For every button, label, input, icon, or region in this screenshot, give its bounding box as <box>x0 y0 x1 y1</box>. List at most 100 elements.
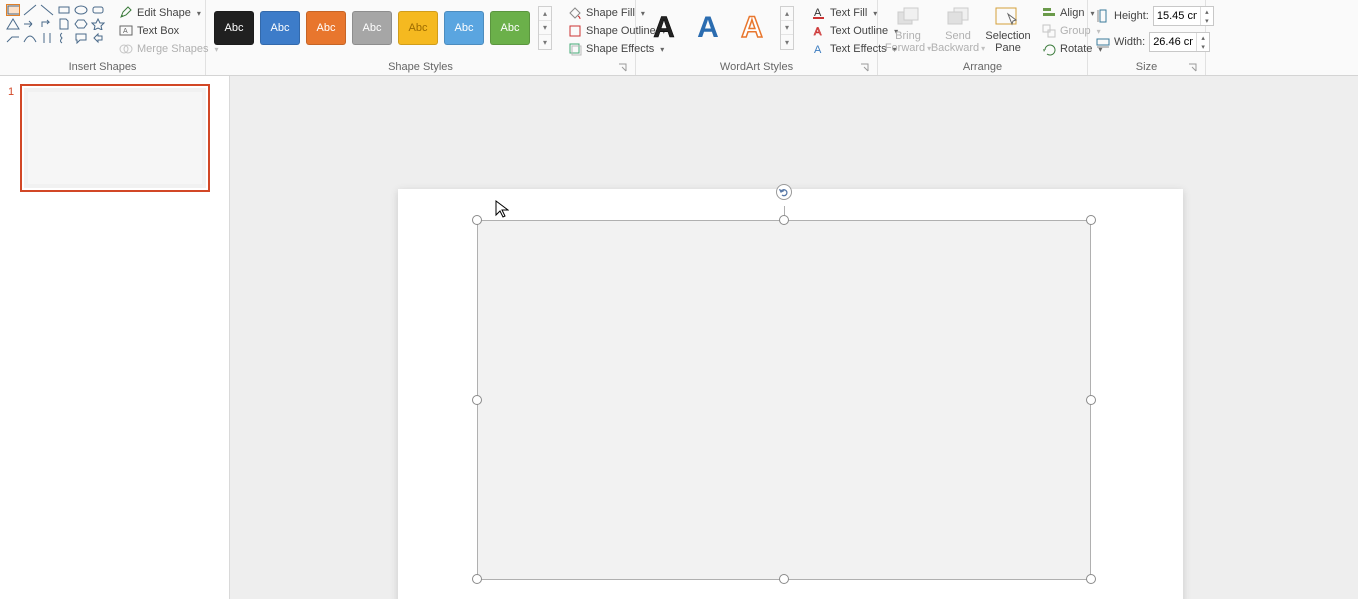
wordart-sample-2[interactable]: A <box>734 10 770 46</box>
shape-arrow-r-icon[interactable] <box>23 18 37 30</box>
dropdown-icon: ▾ <box>197 9 201 18</box>
shape-rectangle-icon[interactable] <box>6 4 20 16</box>
swatch-text: Abc <box>363 22 382 34</box>
selection-pane-l2: Pane <box>995 42 1021 54</box>
shape-oval-icon[interactable] <box>74 4 88 16</box>
swatch-text: Abc <box>501 22 520 34</box>
width-input[interactable]: ▴▾ <box>1149 32 1210 52</box>
style-swatch-5[interactable]: Abc <box>444 11 484 45</box>
handle-bl[interactable] <box>472 574 482 584</box>
shapes-gallery[interactable] <box>6 2 105 44</box>
gallery-scroll[interactable]: ▴ ▾ ▾ <box>538 6 552 50</box>
handle-tr[interactable] <box>1086 215 1096 225</box>
group-label-text: Shape Styles <box>388 61 453 73</box>
gallery-down-icon[interactable]: ▾ <box>539 21 551 35</box>
selected-shape[interactable] <box>477 220 1091 580</box>
shape-hex-icon[interactable] <box>74 18 88 30</box>
wordart-sample-0[interactable]: A <box>646 10 682 46</box>
height-field[interactable] <box>1154 10 1200 22</box>
edit-shape-label: Edit Shape <box>137 7 191 19</box>
style-swatch-4[interactable]: Abc <box>398 11 438 45</box>
gallery-more-icon[interactable]: ▾ <box>539 35 551 49</box>
style-swatch-1[interactable]: Abc <box>260 11 300 45</box>
edit-shape-icon <box>119 6 133 20</box>
gallery-up-icon[interactable]: ▴ <box>539 7 551 21</box>
wa-letter: A <box>653 11 675 45</box>
selection-pane-icon <box>994 6 1022 28</box>
style-swatch-6[interactable]: Abc <box>490 11 530 45</box>
swatch-text: Abc <box>225 22 244 34</box>
spin-up-icon[interactable]: ▴ <box>1201 7 1213 16</box>
swatch-text: Abc <box>271 22 290 34</box>
shape-star-icon[interactable] <box>91 18 105 30</box>
rotation-handle[interactable] <box>776 184 792 200</box>
send-backward-button: Send Backward▾ <box>934 4 982 56</box>
group-label-insert-shapes: Insert Shapes <box>6 59 199 75</box>
shape-effects-icon <box>568 42 582 56</box>
shape-triangle-icon[interactable] <box>6 18 20 30</box>
shape-rect-icon[interactable] <box>57 4 71 16</box>
swatch-text: Abc <box>455 22 474 34</box>
shape-arrow-turn-icon[interactable] <box>40 18 54 30</box>
style-swatch-3[interactable]: Abc <box>352 11 392 45</box>
bring-forward-icon <box>894 6 922 28</box>
spin-down-icon[interactable]: ▾ <box>1201 16 1213 25</box>
shape-bracket-icon[interactable] <box>40 32 54 44</box>
shape-curve-icon[interactable] <box>23 32 37 44</box>
dialog-launcher-icon[interactable] <box>859 63 869 73</box>
group-label-text: Size <box>1136 61 1157 73</box>
dialog-launcher-icon[interactable] <box>1187 63 1197 73</box>
align-label: Align <box>1060 7 1084 19</box>
gallery-up-icon[interactable]: ▴ <box>781 7 793 21</box>
thumbnail-number: 1 <box>8 84 14 192</box>
wordart-gallery[interactable]: A A A ▴ ▾ ▾ <box>642 2 798 54</box>
shape-rrect-icon[interactable] <box>91 4 105 16</box>
height-input[interactable]: ▴▾ <box>1153 6 1214 26</box>
shape-connector-icon[interactable] <box>6 32 20 44</box>
group-shape-styles: Abc Abc Abc Abc Abc Abc Abc ▴ ▾ ▾ Shape … <box>206 0 636 75</box>
shape-fill-icon <box>568 6 582 20</box>
spin-down-icon[interactable]: ▾ <box>1197 42 1209 51</box>
text-fill-label: Text Fill <box>830 7 867 19</box>
shape-outline-icon <box>568 24 582 38</box>
slide-canvas[interactable] <box>230 76 1358 599</box>
handle-tl[interactable] <box>472 215 482 225</box>
svg-text:A: A <box>123 28 128 35</box>
handle-br[interactable] <box>1086 574 1096 584</box>
handle-ml[interactable] <box>472 395 482 405</box>
handle-tm[interactable] <box>779 215 789 225</box>
align-icon <box>1042 6 1056 20</box>
group-label-wordart: WordArt Styles <box>642 59 871 75</box>
bring-forward-l1: Bring <box>895 30 921 42</box>
style-swatch-0[interactable]: Abc <box>214 11 254 45</box>
slide-thumbnail-panel: 1 <box>0 76 230 599</box>
gallery-down-icon[interactable]: ▾ <box>781 21 793 35</box>
height-icon <box>1096 9 1110 23</box>
slide-thumbnail-1[interactable] <box>20 84 210 192</box>
send-backward-l2: Backward <box>931 42 979 54</box>
handle-bm[interactable] <box>779 574 789 584</box>
width-field[interactable] <box>1150 36 1196 48</box>
group-label-shape-styles: Shape Styles <box>212 59 629 75</box>
shape-action-icon[interactable] <box>91 32 105 44</box>
style-swatch-2[interactable]: Abc <box>306 11 346 45</box>
gallery-more-icon[interactable]: ▾ <box>781 35 793 49</box>
group-size: Height: ▴▾ Width: ▴▾ Size <box>1088 0 1206 75</box>
dialog-launcher-icon[interactable] <box>617 63 627 73</box>
wordart-sample-1[interactable]: A <box>690 10 726 46</box>
shape-style-gallery[interactable]: Abc Abc Abc Abc Abc Abc Abc ▴ ▾ ▾ <box>212 2 554 54</box>
shape-line-icon[interactable] <box>23 4 37 16</box>
merge-shapes-icon <box>119 42 133 56</box>
group-icon <box>1042 24 1056 38</box>
group-wordart-styles: A A A ▴ ▾ ▾ A Text Fill ▾ A Text Outline <box>636 0 878 75</box>
shape-line2-icon[interactable] <box>40 4 54 16</box>
spin-up-icon[interactable]: ▴ <box>1197 33 1209 42</box>
group-insert-shapes: Edit Shape ▾ A Text Box Merge Shapes ▾ I… <box>0 0 206 75</box>
shape-callout-icon[interactable] <box>74 32 88 44</box>
shape-doc-icon[interactable] <box>57 18 71 30</box>
handle-mr[interactable] <box>1086 395 1096 405</box>
gallery-scroll-wa[interactable]: ▴ ▾ ▾ <box>780 6 794 50</box>
shape-brace-icon[interactable] <box>57 32 71 44</box>
width-icon <box>1096 35 1110 49</box>
selection-pane-button[interactable]: Selection Pane <box>984 4 1032 56</box>
